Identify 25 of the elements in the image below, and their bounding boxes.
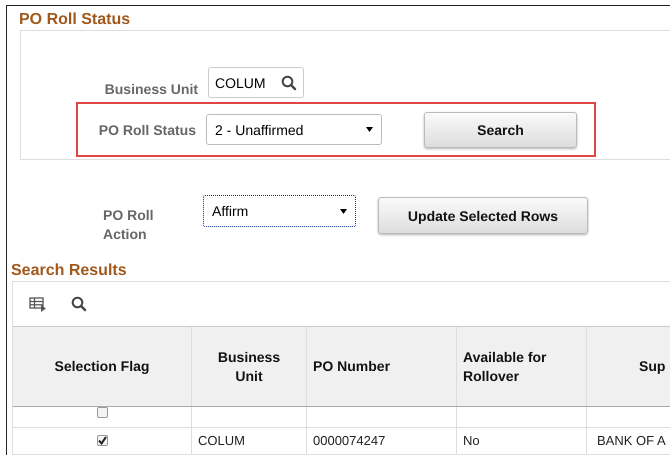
status-dropdown[interactable]: 2 - Unaffirmed: [206, 114, 382, 145]
column-header[interactable]: Business Unit: [192, 327, 307, 406]
field-label: Business Unit: [104, 81, 199, 98]
table-cell: 0000074247: [313, 433, 386, 448]
dropdown-arrow-icon[interactable]: [366, 127, 373, 132]
section-title: PO Roll Status: [19, 10, 132, 30]
column-header[interactable]: Available for Rollover: [457, 327, 587, 406]
update-rows-button[interactable]: Update Selected Rows: [378, 197, 588, 234]
column-header[interactable]: Selection Flag: [13, 327, 192, 406]
search-icon[interactable]: [71, 296, 87, 312]
table-cell: COLUM: [198, 433, 245, 448]
table-cell: BANK OF A: [597, 433, 666, 448]
grid-settings-icon[interactable]: [29, 296, 47, 312]
search-icon[interactable]: [281, 74, 297, 90]
lookup-field[interactable]: COLUM: [208, 67, 304, 98]
column-header[interactable]: PO Number: [307, 327, 457, 406]
dropdown-arrow-icon[interactable]: [340, 208, 347, 214]
field-label: PO Roll Action: [102, 206, 155, 244]
table-cell: No: [463, 433, 480, 448]
section-title: Search Results: [11, 261, 128, 281]
checkbox[interactable]: [96, 407, 108, 418]
column-header[interactable]: Sup: [587, 327, 670, 406]
action-dropdown[interactable]: Affirm: [203, 195, 356, 227]
field-label: PO Roll Status: [98, 122, 197, 138]
search-button[interactable]: Search: [424, 112, 577, 148]
